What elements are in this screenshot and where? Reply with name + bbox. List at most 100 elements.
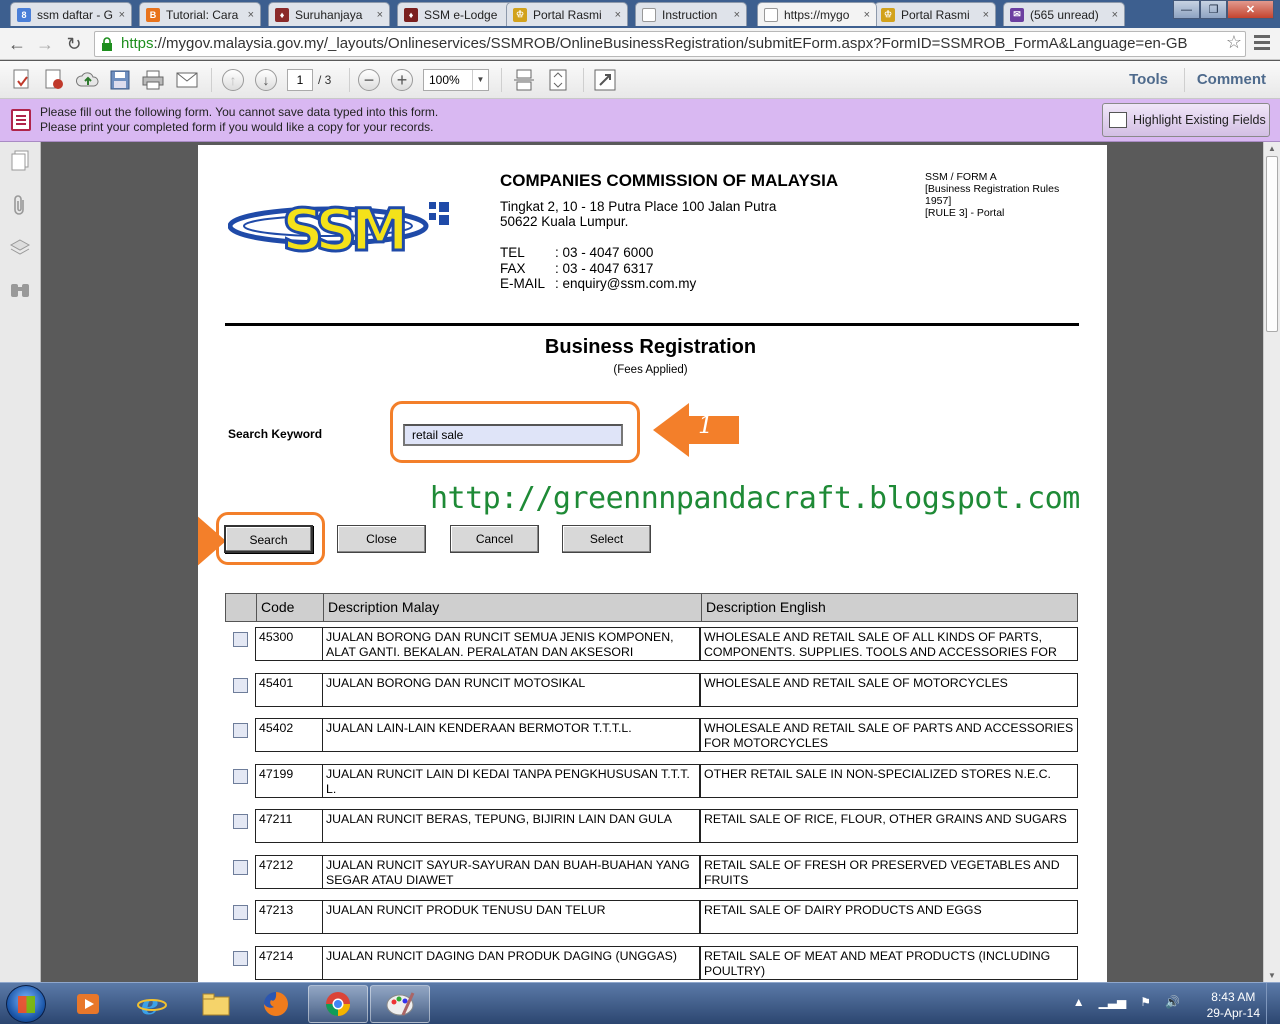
- browser-tab[interactable]: ♦SSM e-Lodge×: [397, 2, 519, 26]
- media-player-taskbar-icon[interactable]: [58, 985, 118, 1023]
- system-clock[interactable]: 8:43 AM 29-Apr-14: [1207, 989, 1260, 1021]
- page-thumbnails-icon[interactable]: [9, 150, 31, 172]
- chrome-taskbar-icon[interactable]: [308, 985, 368, 1023]
- maximize-button[interactable]: ❐: [1200, 0, 1227, 19]
- show-hidden-icons-icon[interactable]: ▲: [1073, 995, 1085, 1009]
- row-select-checkbox[interactable]: [233, 951, 248, 966]
- table-row: 47213 JUALAN RUNCIT PRODUK TENUSU DAN TEL…: [225, 900, 1078, 934]
- network-signal-icon[interactable]: ▁▃▅: [1099, 995, 1127, 1009]
- attachments-paperclip-icon[interactable]: [9, 194, 31, 216]
- email-envelope-icon[interactable]: [175, 68, 199, 92]
- row-select-checkbox[interactable]: [233, 769, 248, 784]
- internet-explorer-taskbar-icon[interactable]: e: [122, 985, 182, 1023]
- back-arrow-icon[interactable]: ←: [6, 33, 28, 55]
- previous-page-icon[interactable]: ↑: [222, 69, 244, 91]
- close-button[interactable]: Close: [337, 525, 426, 553]
- row-select-checkbox[interactable]: [233, 860, 248, 875]
- firefox-taskbar-icon[interactable]: [246, 985, 306, 1023]
- page-count: / 3: [318, 73, 332, 87]
- search-button[interactable]: Search: [224, 525, 313, 553]
- layers-icon[interactable]: [9, 237, 31, 259]
- tab-close-icon[interactable]: ×: [734, 9, 740, 21]
- watermark-url: http://greennnpandacraft.blogspot.com: [430, 481, 1080, 516]
- reload-icon[interactable]: ↻: [63, 33, 85, 55]
- table-row: 47211 JUALAN RUNCIT BERAS, TEPUNG, BIJIRI…: [225, 809, 1078, 843]
- code-cell: 47212: [255, 855, 323, 889]
- zoom-value: 100%: [429, 73, 460, 87]
- browser-tab[interactable]: ♔ Portal Rasmi ×: [874, 2, 996, 26]
- chevron-down-icon[interactable]: ▼: [472, 70, 488, 90]
- scroll-down-arrow-icon[interactable]: ▼: [1266, 971, 1278, 980]
- tab-close-icon[interactable]: ×: [377, 9, 383, 21]
- search-keyword-input[interactable]: retail sale: [403, 424, 623, 446]
- notice-line-1: Please fill out the following form. You …: [40, 105, 439, 119]
- clock-date: 29-Apr-14: [1206, 1006, 1260, 1020]
- browser-tab[interactable]: ✉ (565 unread) ×: [1003, 2, 1125, 26]
- tab-favicon-icon: ♦: [404, 7, 418, 22]
- scroll-up-arrow-icon[interactable]: ▲: [1266, 144, 1278, 153]
- row-select-checkbox[interactable]: [233, 723, 248, 738]
- bookmark-star-icon[interactable]: ☆: [1226, 32, 1242, 53]
- binoculars-search-icon[interactable]: [9, 279, 31, 301]
- highlight-fields-button[interactable]: Highlight Existing Fields: [1102, 103, 1270, 137]
- cancel-button[interactable]: Cancel: [450, 525, 539, 553]
- vertical-scrollbar[interactable]: ▲ ▼: [1263, 142, 1280, 982]
- form-reference: SSM / FORM A [Business Registration Rule…: [925, 171, 1059, 219]
- browser-tab[interactable]: ♔ Portal Rasmi ×: [506, 2, 628, 26]
- tab-close-icon[interactable]: ×: [248, 9, 254, 21]
- zoom-in-icon[interactable]: +: [391, 69, 413, 91]
- row-select-checkbox[interactable]: [233, 814, 248, 829]
- tab-close-icon[interactable]: ×: [119, 9, 125, 21]
- zoom-select[interactable]: 100% ▼: [423, 69, 489, 91]
- save-disk-icon[interactable]: [108, 68, 132, 92]
- zoom-out-icon[interactable]: −: [358, 69, 380, 91]
- create-pdf-icon[interactable]: [10, 68, 34, 92]
- scrolling-mode-icon[interactable]: [512, 68, 536, 92]
- scrollbar-thumb[interactable]: [1266, 156, 1278, 332]
- close-window-button[interactable]: ✕: [1227, 0, 1274, 19]
- malay-column-header: Description Malay: [324, 594, 702, 621]
- select-button[interactable]: Select: [562, 525, 651, 553]
- forward-arrow-icon[interactable]: →: [34, 33, 56, 55]
- show-desktop-button[interactable]: [1266, 983, 1280, 1024]
- browser-tab[interactable]: B Tutorial: Cara ×: [139, 2, 261, 26]
- minimize-button[interactable]: —: [1173, 0, 1200, 19]
- comment-pane-link[interactable]: Comment: [1197, 71, 1266, 88]
- tab-close-icon[interactable]: ×: [983, 9, 989, 21]
- start-button[interactable]: [6, 985, 46, 1023]
- next-page-icon[interactable]: ↓: [255, 69, 277, 91]
- tab-close-icon[interactable]: ×: [1112, 9, 1118, 21]
- tools-pane-link[interactable]: Tools: [1129, 71, 1168, 88]
- edit-pdf-icon[interactable]: [42, 68, 66, 92]
- file-explorer-taskbar-icon[interactable]: [186, 985, 246, 1023]
- browser-menu-icon[interactable]: [1254, 35, 1270, 53]
- browser-tab[interactable]: ♦ Suruhanjaya ×: [268, 2, 390, 26]
- action-center-flag-icon[interactable]: ⚑: [1140, 995, 1151, 1009]
- tab-close-icon[interactable]: ×: [864, 9, 870, 21]
- malay-description-cell: JUALAN RUNCIT LAIN DI KEDAI TANPA PENGKH…: [322, 764, 700, 798]
- browser-tab[interactable]: https://mygo ×: [757, 2, 877, 26]
- upload-cloud-icon[interactable]: [76, 68, 100, 92]
- volume-speaker-icon[interactable]: 🔊: [1165, 995, 1180, 1009]
- row-select-checkbox[interactable]: [233, 632, 248, 647]
- code-column-header: Code: [257, 594, 324, 621]
- fit-page-icon[interactable]: [546, 68, 570, 92]
- print-icon[interactable]: [141, 68, 165, 92]
- page-number-input[interactable]: 1: [287, 69, 313, 91]
- paint-taskbar-icon[interactable]: [370, 985, 430, 1023]
- english-description-cell: WHOLESALE AND RETAIL SALE OF PARTS AND A…: [700, 718, 1078, 752]
- tab-favicon-icon: 8: [17, 7, 31, 22]
- tel-value: : 03 - 4047 6000: [555, 245, 654, 260]
- clock-time: 8:43 AM: [1211, 990, 1256, 1004]
- row-select-checkbox[interactable]: [233, 905, 248, 920]
- fullscreen-icon[interactable]: [593, 68, 617, 92]
- row-select-checkbox[interactable]: [233, 678, 248, 693]
- address-bar[interactable]: https://mygov.malaysia.gov.my/_layouts/O…: [94, 31, 1246, 57]
- tab-title: SSM e-Lodge: [424, 7, 498, 22]
- browser-tab[interactable]: Instruction ×: [635, 2, 747, 26]
- tel-label: TEL: [500, 245, 525, 260]
- browser-tab-strip: 8 ssm daftar - G × B Tutorial: Cara × ♦ Suruhan…: [0, 0, 1280, 28]
- tab-close-icon[interactable]: ×: [615, 9, 621, 21]
- table-row: 45401 JUALAN BORONG DAN RUNCIT MOTOSIKAL W…: [225, 673, 1078, 707]
- browser-tab[interactable]: 8 ssm daftar - G ×: [10, 2, 132, 26]
